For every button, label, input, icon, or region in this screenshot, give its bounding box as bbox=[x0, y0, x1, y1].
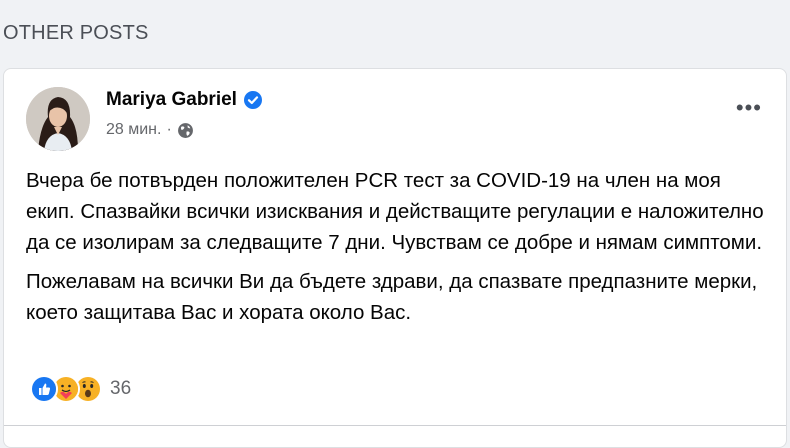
verified-badge-icon bbox=[243, 90, 263, 110]
like-icon bbox=[30, 375, 58, 403]
avatar[interactable] bbox=[26, 87, 90, 151]
meta-separator: · bbox=[166, 121, 172, 138]
author-name-row: Mariya Gabriel bbox=[106, 89, 263, 111]
post-meta: 28 мин. · bbox=[106, 121, 194, 139]
post-paragraph: Вчера бе потвърден положителен PCR тест … bbox=[26, 169, 764, 254]
author-name[interactable]: Mariya Gabriel bbox=[106, 89, 237, 111]
reaction-count[interactable]: 36 bbox=[110, 378, 131, 400]
globe-icon[interactable] bbox=[177, 122, 194, 139]
post-paragraph: Пожелавам на всички Ви да бъдете здрави,… bbox=[26, 270, 758, 324]
section-title: OTHER POSTS bbox=[3, 22, 149, 44]
post-timestamp[interactable]: 28 мин. bbox=[106, 121, 161, 139]
more-options-button[interactable]: ••• bbox=[736, 97, 762, 119]
reactions-bar[interactable]: 36 bbox=[30, 375, 131, 403]
divider bbox=[4, 425, 786, 426]
post-card: Mariya Gabriel 28 мин. · ••• Вчера бе по… bbox=[3, 68, 787, 448]
post-body: Вчера бе потвърден положителен PCR тест … bbox=[26, 165, 771, 336]
